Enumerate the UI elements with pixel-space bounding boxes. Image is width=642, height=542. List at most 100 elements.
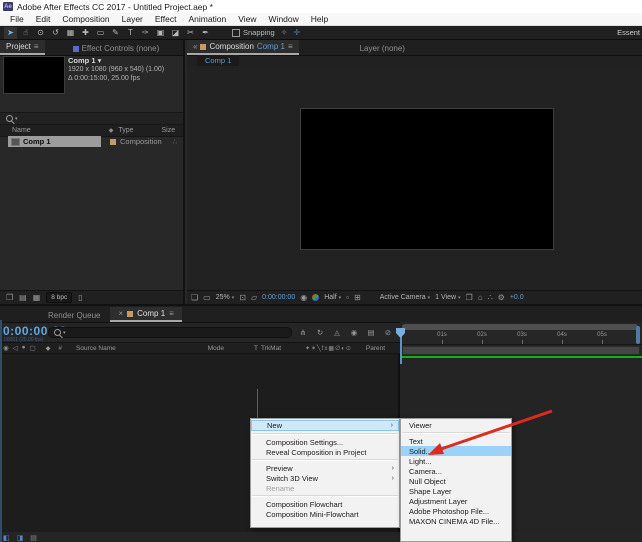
column-size[interactable]: Size bbox=[162, 127, 176, 134]
context-menu-item-composition-mini-flowchart[interactable]: Composition Mini-Flowchart bbox=[251, 509, 399, 519]
delete-icon[interactable]: ▯ bbox=[78, 293, 82, 302]
brush-tool-icon[interactable]: ✑ bbox=[139, 27, 152, 39]
panel-chevron-icon[interactable]: « bbox=[193, 42, 197, 51]
column-name[interactable]: Name bbox=[12, 127, 31, 134]
tab-effect-controls[interactable]: Effect Controls (none) bbox=[67, 42, 166, 55]
view-layout-dropdown[interactable]: 1 View ▾ bbox=[435, 294, 460, 301]
submenu-item-viewer[interactable]: Viewer bbox=[401, 420, 511, 430]
camera-tool-icon[interactable]: ▦ bbox=[64, 27, 77, 39]
context-menu-item-new[interactable]: New› bbox=[251, 420, 399, 431]
context-menu-item-preview[interactable]: Preview› bbox=[251, 463, 399, 473]
tab-project[interactable]: Project ≡ bbox=[0, 40, 45, 55]
submenu-item-adjustment-layer[interactable]: Adjustment Layer bbox=[401, 496, 511, 506]
composition-viewport[interactable] bbox=[187, 66, 642, 290]
clone-stamp-tool-icon[interactable]: ▣ bbox=[154, 27, 167, 39]
puppet-pin-tool-icon[interactable]: ✒ bbox=[199, 27, 212, 39]
project-comp-name[interactable]: Comp 1 ▾ bbox=[68, 56, 164, 65]
exposure-value[interactable]: +0.0 bbox=[510, 294, 524, 301]
lock-icon[interactable]: ▢ bbox=[30, 344, 36, 352]
project-row-selection[interactable]: Comp 1 bbox=[8, 136, 101, 147]
monitor-icon[interactable]: ▭ bbox=[203, 293, 211, 302]
comp-color-label[interactable] bbox=[110, 139, 116, 145]
interpret-footage-icon[interactable]: ❐ bbox=[6, 293, 13, 302]
submenu-item-light[interactable]: Light... bbox=[401, 456, 511, 466]
menubar-item-animation[interactable]: Animation bbox=[182, 14, 232, 24]
project-search[interactable]: ▾ bbox=[0, 112, 183, 125]
context-menu-item-switch-3d-view[interactable]: Switch 3D View› bbox=[251, 473, 399, 483]
work-area-bar[interactable] bbox=[402, 346, 640, 355]
snap-option-icon[interactable]: ✧ bbox=[281, 28, 288, 37]
context-menu-item-reveal-composition-in-project[interactable]: Reveal Composition in Project bbox=[251, 447, 399, 457]
eraser-tool-icon[interactable]: ◪ bbox=[169, 27, 182, 39]
menubar-item-help[interactable]: Help bbox=[305, 14, 334, 24]
selection-tool-icon[interactable]: ➤ bbox=[4, 27, 17, 39]
draft-3d-icon[interactable]: ◬ bbox=[332, 327, 342, 337]
rotate-tool-icon[interactable]: ↺ bbox=[49, 27, 62, 39]
roto-brush-tool-icon[interactable]: ✂ bbox=[184, 27, 197, 39]
menubar-item-window[interactable]: Window bbox=[263, 14, 305, 24]
menubar-item-view[interactable]: View bbox=[232, 14, 262, 24]
column-source-name[interactable]: Source Name bbox=[76, 345, 116, 352]
snap-expand-icon[interactable]: ✛ bbox=[293, 28, 300, 37]
menubar-item-composition[interactable]: Composition bbox=[56, 14, 115, 24]
tab-render-queue[interactable]: Render Queue bbox=[38, 309, 110, 322]
column-label-icon[interactable]: ◆ bbox=[46, 345, 51, 352]
comp-flowchart-icon[interactable]: ∴ bbox=[173, 138, 177, 146]
grid-guides-icon[interactable]: ⌂ bbox=[478, 293, 483, 302]
column-mode[interactable]: Mode bbox=[208, 345, 224, 352]
close-icon[interactable]: × bbox=[118, 309, 123, 318]
column-t[interactable]: T bbox=[254, 345, 258, 352]
menubar-item-layer[interactable]: Layer bbox=[116, 14, 149, 24]
column-number[interactable]: # bbox=[58, 345, 62, 352]
column-type[interactable]: Type bbox=[118, 127, 133, 134]
context-menu-item-composition-flowchart[interactable]: Composition Flowchart bbox=[251, 499, 399, 509]
live-update-icon[interactable]: ↻ bbox=[315, 327, 325, 337]
resolution-dropdown[interactable]: Half ▾ bbox=[324, 294, 341, 301]
motion-blur-icon[interactable]: ⊘ bbox=[383, 327, 393, 337]
project-row-comp1[interactable]: Comp 1 Composition ∴ bbox=[0, 136, 183, 147]
expand-layer-switches-icon[interactable]: ◧ bbox=[3, 534, 10, 542]
panel-menu-icon[interactable]: ≡ bbox=[288, 42, 293, 51]
new-folder-icon[interactable]: ▤ bbox=[19, 293, 27, 302]
expand-inout-icon[interactable]: ▤ bbox=[30, 534, 37, 542]
comp-mini-flowchart-icon[interactable]: ⋔ bbox=[298, 327, 308, 337]
comp-timecode[interactable]: 0:00:00:00 bbox=[262, 294, 295, 301]
column-trkmat[interactable]: TrkMat bbox=[261, 345, 281, 352]
column-switches-icons[interactable]: ✦✶╲fx▦∅◐⊙ bbox=[305, 345, 352, 352]
snapping-control[interactable]: Snapping bbox=[232, 28, 275, 37]
time-ruler[interactable]: 01s02s03s04s05s bbox=[400, 330, 642, 345]
pixel-aspect-icon[interactable]: ⊞ bbox=[354, 293, 361, 302]
column-label-icon[interactable]: ◆ bbox=[109, 127, 114, 134]
audio-icon[interactable]: ◁ bbox=[13, 344, 18, 352]
tab-timeline-comp1[interactable]: × Comp 1 ≡ bbox=[110, 307, 181, 322]
context-menu-item-composition-settings[interactable]: Composition Settings... bbox=[251, 437, 399, 447]
camera-dropdown[interactable]: Active Camera ▾ bbox=[380, 294, 430, 301]
pan-behind-tool-icon[interactable]: ✚ bbox=[79, 27, 92, 39]
submenu-item-shape-layer[interactable]: Shape Layer bbox=[401, 486, 511, 496]
hide-shy-layers-icon[interactable]: ◉ bbox=[349, 327, 359, 337]
always-preview-icon[interactable]: ❏ bbox=[191, 293, 198, 302]
new-composition-icon[interactable]: ▦ bbox=[33, 293, 41, 302]
flowchart-icon[interactable]: ∴ bbox=[488, 293, 493, 302]
menubar-item-edit[interactable]: Edit bbox=[30, 14, 57, 24]
submenu-item-text[interactable]: Text bbox=[401, 436, 511, 446]
panel-menu-icon[interactable]: ≡ bbox=[169, 309, 174, 318]
frame-blending-icon[interactable]: ▤ bbox=[366, 327, 376, 337]
timeline-search[interactable]: ▾ bbox=[48, 327, 292, 338]
solo-icon[interactable]: ● bbox=[22, 344, 26, 352]
menubar-item-effect[interactable]: Effect bbox=[149, 14, 183, 24]
fast-previews-icon[interactable]: ⚙ bbox=[498, 293, 505, 302]
timeline-scrollbar[interactable] bbox=[636, 326, 640, 344]
composition-frame[interactable] bbox=[301, 109, 553, 249]
guides-options-icon[interactable]: ⊡ bbox=[239, 293, 246, 302]
menubar-item-file[interactable]: File bbox=[4, 14, 30, 24]
region-of-interest-icon[interactable]: ▫ bbox=[346, 293, 349, 302]
tab-layer[interactable]: Layer (none) bbox=[354, 42, 411, 55]
video-visibility-icon[interactable]: ◉ bbox=[3, 344, 9, 352]
pen-tool-icon[interactable]: ✎ bbox=[109, 27, 122, 39]
type-tool-icon[interactable]: T bbox=[124, 27, 137, 39]
share-view-icon[interactable]: ❐ bbox=[466, 293, 473, 302]
hand-tool-icon[interactable]: ☝ bbox=[19, 27, 32, 39]
submenu-item-maxon-cinema-4d-file[interactable]: MAXON CINEMA 4D File... bbox=[401, 516, 511, 526]
magnification-dropdown[interactable]: 25% ▾ bbox=[216, 294, 235, 301]
